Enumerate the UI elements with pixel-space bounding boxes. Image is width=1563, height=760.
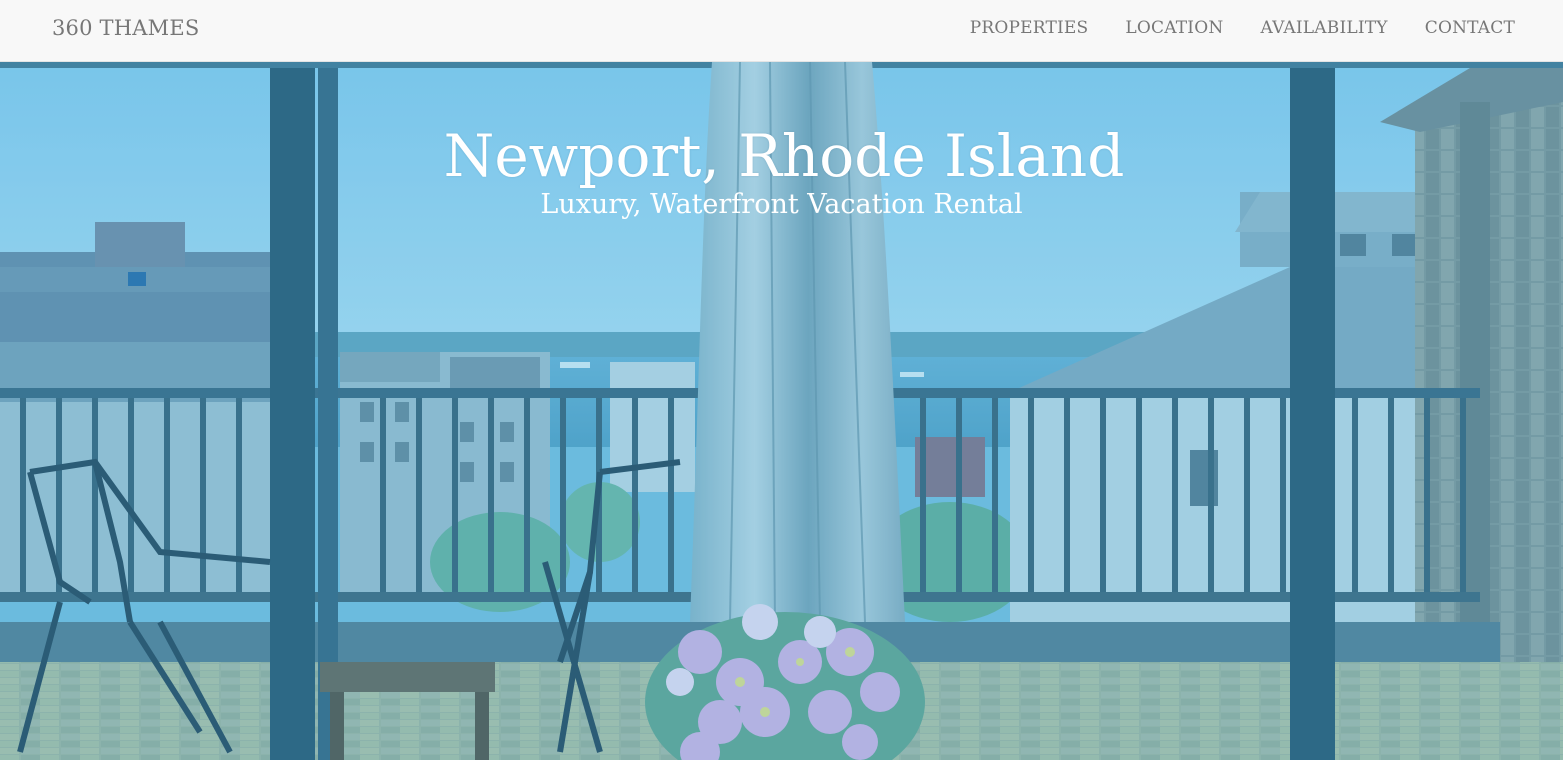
brand-link[interactable]: 360 THAMES (52, 16, 199, 40)
nav-link-location[interactable]: LOCATION (1125, 18, 1223, 38)
hero-title: Newport, Rhode Island (443, 122, 1125, 190)
nav-link-availability[interactable]: AVAILABILITY (1260, 18, 1387, 38)
navbar: 360 THAMES PROPERTIES LOCATION AVAILABIL… (0, 0, 1563, 62)
hero-text: Newport, Rhode Island Luxury, Waterfront… (0, 124, 1563, 220)
nav-link-contact[interactable]: CONTACT (1425, 18, 1515, 38)
nav-menu: PROPERTIES LOCATION AVAILABILITY CONTACT (933, 18, 1515, 38)
hero-section: Newport, Rhode Island Luxury, Waterfront… (0, 62, 1563, 760)
hero-subtitle: Luxury, Waterfront Vacation Rental (540, 189, 1023, 220)
nav-link-properties[interactable]: PROPERTIES (970, 18, 1089, 38)
